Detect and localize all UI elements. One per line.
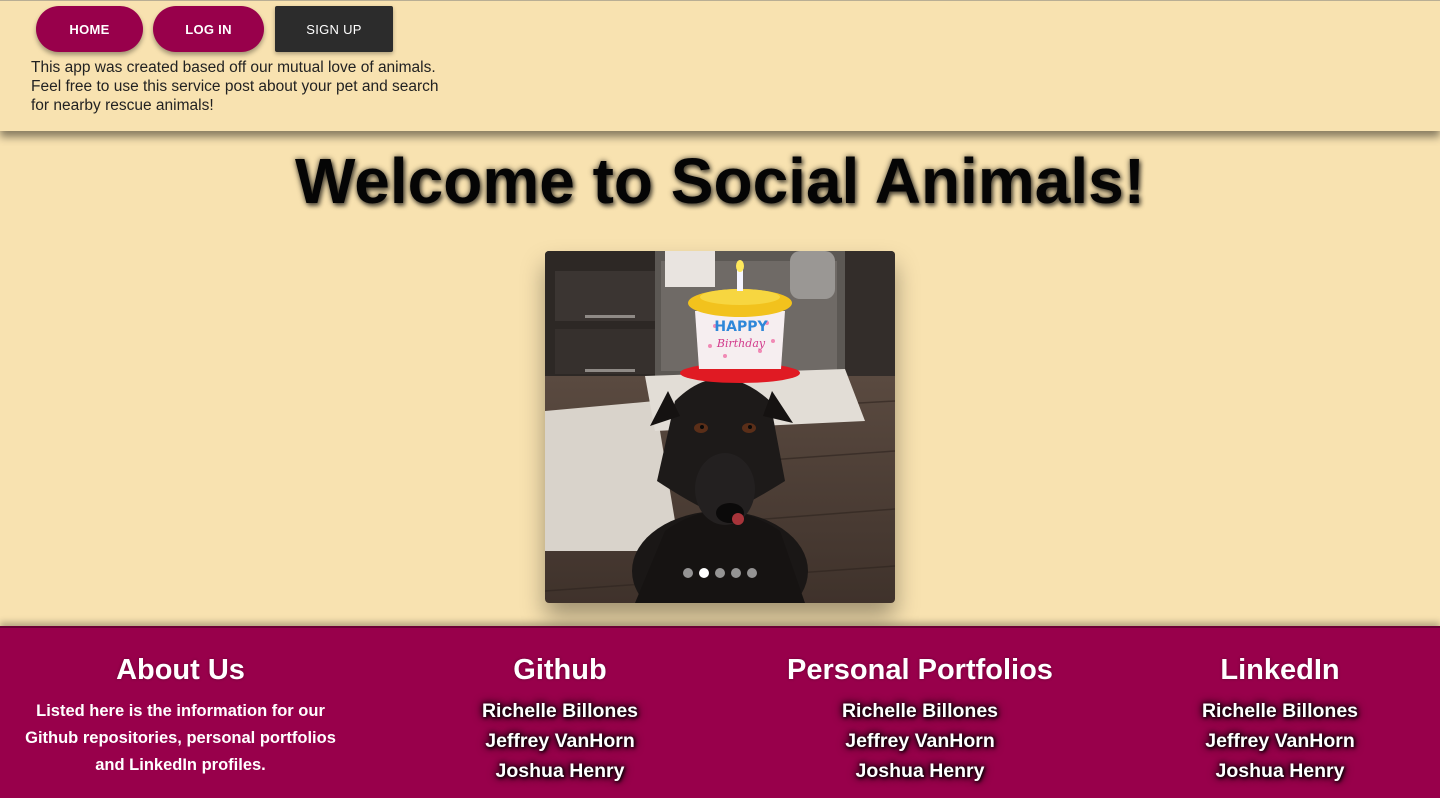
login-button[interactable]: LOG IN [153,6,264,52]
github-link-jeffrey[interactable]: Jeffrey VanHorn [380,726,740,756]
image-carousel[interactable]: HAPPY Birthday [545,251,895,603]
portfolio-link-jeffrey[interactable]: Jeffrey VanHorn [740,726,1100,756]
intro-text: This app was created based off our mutua… [31,59,439,114]
about-title: About Us [116,654,245,686]
linkedin-link-richelle[interactable]: Richelle Billones [1100,696,1440,726]
portfolio-link-joshua[interactable]: Joshua Henry [740,756,1100,786]
footer: About Us Listed here is the information … [0,626,1440,798]
hat-text-happy: HAPPY [714,319,768,335]
hat-text-birthday: Birthday [716,337,766,350]
linkedin-title: LinkedIn [1220,654,1340,686]
carousel-dot[interactable] [747,568,757,578]
carousel-dot[interactable] [683,568,693,578]
portfolios-section: Personal Portfolios Richelle Billones Je… [740,650,1100,786]
github-title: Github [513,654,607,686]
portfolios-title: Personal Portfolios [787,654,1053,686]
about-section: About Us Listed here is the information … [0,650,361,779]
carousel-dot[interactable] [699,568,709,578]
github-link-richelle[interactable]: Richelle Billones [380,696,740,726]
page: HOME LOG IN SIGN UP This app was created… [0,0,1440,798]
carousel-slide-image: HAPPY Birthday [545,251,895,603]
github-link-joshua[interactable]: Joshua Henry [380,756,740,786]
github-section: Github Richelle Billones Jeffrey VanHorn… [380,650,740,786]
header: HOME LOG IN SIGN UP This app was created… [0,0,1440,131]
linkedin-section: LinkedIn Richelle Billones Jeffrey VanHo… [1100,650,1440,786]
carousel-dot[interactable] [715,568,725,578]
about-text: Listed here is the information for our G… [25,702,336,774]
page-title: Welcome to Social Animals! [295,145,1145,217]
carousel-indicators [545,568,895,578]
carousel-dot[interactable] [731,568,741,578]
linkedin-link-jeffrey[interactable]: Jeffrey VanHorn [1100,726,1440,756]
portfolio-link-richelle[interactable]: Richelle Billones [740,696,1100,726]
linkedin-link-joshua[interactable]: Joshua Henry [1100,756,1440,786]
home-button[interactable]: HOME [36,6,143,52]
signup-button[interactable]: SIGN UP [275,6,393,52]
